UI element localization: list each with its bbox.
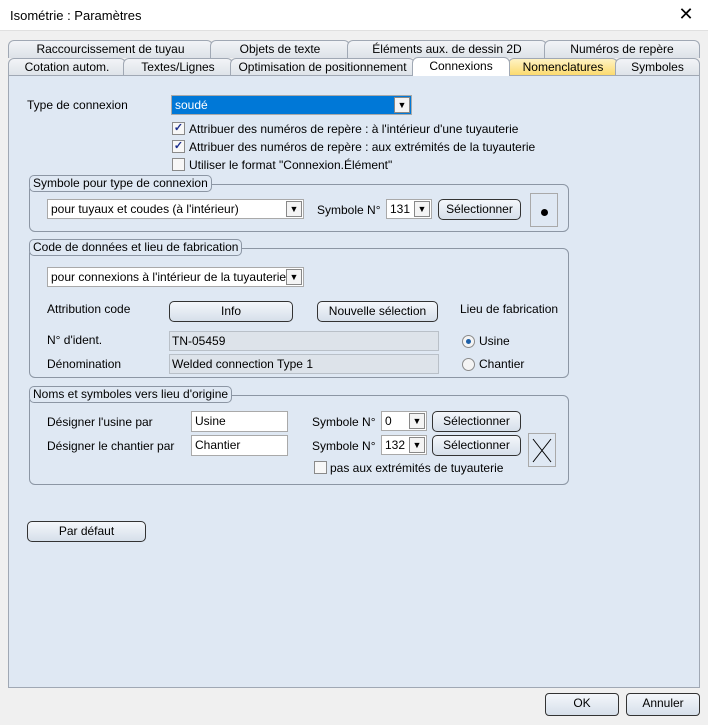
symbol-number-select[interactable]: 131 ▼ — [386, 199, 432, 219]
usine-input[interactable]: Usine — [191, 411, 288, 432]
usine-symbol-value: 0 — [385, 414, 392, 428]
tab-cotation[interactable]: Cotation autom. — [8, 58, 126, 76]
chevron-down-icon[interactable]: ▼ — [414, 201, 430, 217]
title-bar: Isométrie : Paramètres ✕ — [0, 0, 708, 31]
info-button[interactable]: Info — [169, 301, 293, 322]
connection-type-label: Type de connexion — [27, 98, 128, 112]
not-ends-checkbox[interactable] — [314, 461, 327, 474]
tab-nomenclatures[interactable]: Nomenclatures — [508, 58, 618, 76]
tab-elements-aux[interactable]: Éléments aux. de dessin 2D — [347, 40, 547, 58]
denom-field: Welded connection Type 1 — [169, 354, 439, 374]
tab-panel: Type de connexion soudé ▼ ✓ Attribuer des… — [8, 75, 700, 688]
connection-type-select[interactable]: soudé ▼ — [171, 95, 412, 115]
symbol-preview — [530, 193, 558, 227]
select-usine-symbol-button[interactable]: Sélectionner — [432, 411, 521, 432]
radio-usine[interactable] — [462, 335, 475, 348]
place-label: Lieu de fabrication — [460, 302, 559, 316]
tab-objets-texte[interactable]: Objets de texte — [210, 40, 350, 58]
cross-icon — [532, 438, 552, 463]
chantier-symbol-select[interactable]: 132 ▼ — [381, 435, 427, 455]
tab-connexions[interactable]: Connexions — [412, 57, 510, 76]
chevron-down-icon[interactable]: ▼ — [286, 201, 302, 217]
tab-raccourcissement[interactable]: Raccourcissement de tuyau — [8, 40, 213, 58]
chevron-down-icon[interactable]: ▼ — [394, 97, 410, 113]
new-selection-button[interactable]: Nouvelle sélection — [317, 301, 438, 322]
not-ends-label: pas aux extrémités de tuyauterie — [330, 461, 504, 475]
tab-symboles[interactable]: Symboles — [615, 58, 700, 76]
checkbox-ends[interactable]: ✓ — [172, 140, 185, 153]
symbol-type-select[interactable]: pour tuyaux et coudes (à l'intérieur) ▼ — [47, 199, 304, 219]
checkbox-format-label: Utiliser le format "Connexion.Élément" — [189, 158, 393, 172]
usine-label: Désigner l'usine par — [47, 415, 153, 429]
cross-symbol-preview — [528, 433, 556, 467]
checkbox-ends-label: Attribuer des numéros de repère : aux ex… — [189, 140, 536, 154]
checkbox-inside[interactable]: ✓ — [172, 122, 185, 135]
code-group: Code de données et lieu de fabrication p… — [29, 239, 569, 378]
connection-type-value: soudé — [175, 98, 208, 112]
radio-chantier-label: Chantier — [479, 357, 525, 371]
chantier-input[interactable]: Chantier — [191, 435, 288, 456]
usine-symbol-label: Symbole N° — [312, 415, 376, 429]
symbol-type-value: pour tuyaux et coudes (à l'intérieur) — [51, 202, 239, 216]
code-scope-value: pour connexions à l'intérieur de la tuya… — [51, 270, 287, 284]
code-group-title: Code de données et lieu de fabrication — [29, 239, 243, 256]
tab-optimisation[interactable]: Optimisation de positionnement — [230, 58, 415, 76]
radio-usine-label: Usine — [479, 334, 510, 348]
tab-textes-lignes[interactable]: Textes/Lignes — [123, 58, 233, 76]
ident-field: TN-05459 — [169, 331, 439, 351]
usine-symbol-select[interactable]: 0 ▼ — [381, 411, 427, 431]
tab-numeros-repere[interactable]: Numéros de repère — [544, 40, 700, 58]
symbol-group: Symbole pour type de connexion pour tuya… — [29, 175, 569, 232]
close-icon[interactable]: ✕ — [674, 4, 698, 25]
checkbox-format[interactable] — [172, 158, 185, 171]
ident-label: N° d'ident. — [47, 333, 103, 347]
weld-dot-icon — [541, 209, 548, 216]
chantier-symbol-label: Symbole N° — [312, 439, 376, 453]
chevron-down-icon[interactable]: ▼ — [409, 437, 425, 453]
names-group: Noms et symboles vers lieu d'origine Dés… — [29, 386, 569, 485]
chantier-symbol-value: 132 — [385, 438, 406, 452]
attribution-label: Attribution code — [47, 302, 131, 316]
symbol-group-title: Symbole pour type de connexion — [29, 175, 212, 192]
radio-chantier[interactable] — [462, 358, 475, 371]
denom-label: Dénomination — [47, 357, 122, 371]
default-button[interactable]: Par défaut — [27, 521, 146, 542]
symbol-number-label: Symbole N° — [317, 203, 381, 217]
select-chantier-symbol-button[interactable]: Sélectionner — [432, 435, 521, 456]
cancel-button[interactable]: Annuler — [626, 693, 700, 716]
footer: OK Annuler — [0, 688, 708, 725]
select-symbol-button[interactable]: Sélectionner — [438, 199, 521, 220]
chevron-down-icon[interactable]: ▼ — [409, 413, 425, 429]
chantier-label: Désigner le chantier par — [47, 439, 175, 453]
checkbox-inside-label: Attribuer des numéros de repère : à l'in… — [189, 122, 519, 136]
ok-button[interactable]: OK — [545, 693, 619, 716]
symbol-number-value: 131 — [390, 202, 411, 216]
chevron-down-icon[interactable]: ▼ — [286, 269, 302, 285]
names-group-title: Noms et symboles vers lieu d'origine — [29, 386, 233, 403]
window-title: Isométrie : Paramètres — [10, 8, 142, 23]
code-scope-select[interactable]: pour connexions à l'intérieur de la tuya… — [47, 267, 304, 287]
